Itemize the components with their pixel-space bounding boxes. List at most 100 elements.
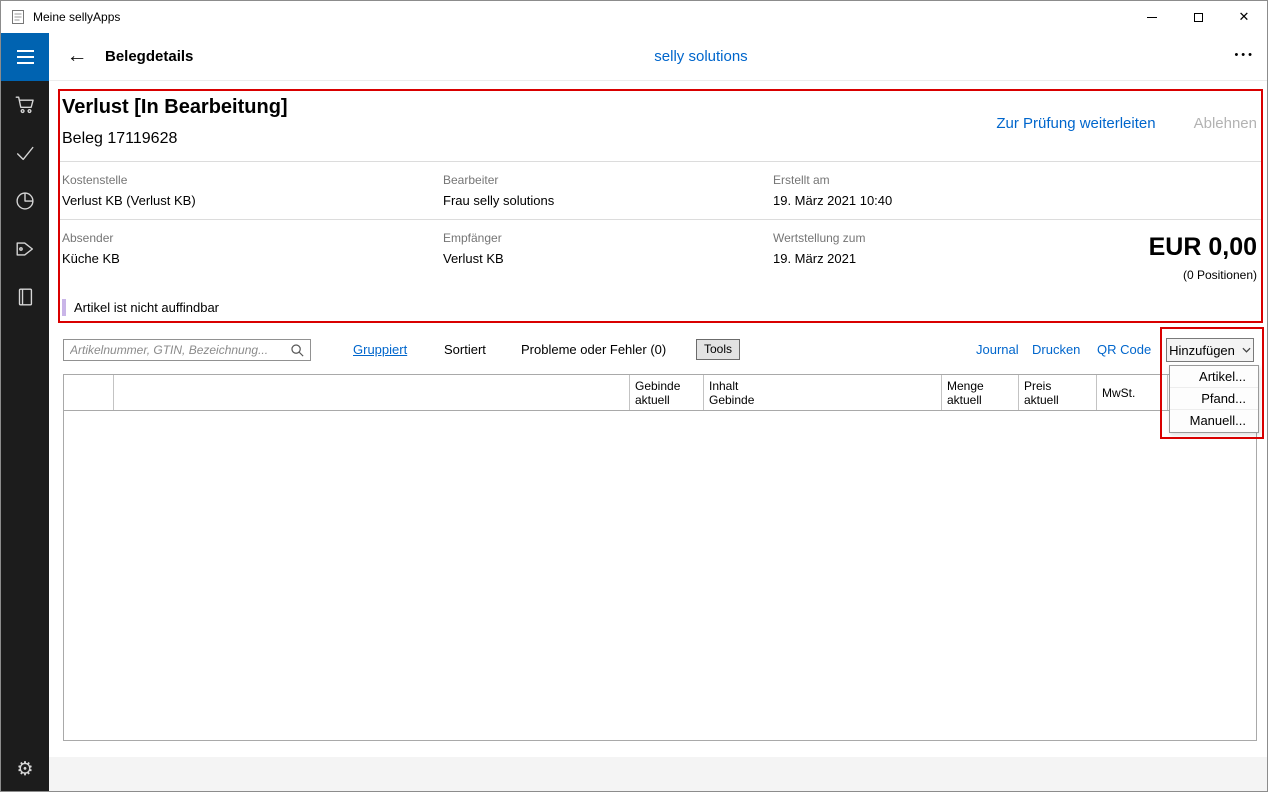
search-icon[interactable] — [290, 343, 305, 363]
grouped-toggle[interactable]: Gruppiert — [353, 342, 407, 357]
header-line: MwSt. — [1102, 386, 1167, 400]
add-menu-item-pfand[interactable]: Pfand... — [1170, 388, 1258, 410]
sidebar: ⚙ — [1, 33, 49, 792]
column-header-bezeichnung[interactable] — [114, 375, 630, 410]
column-header-empty-1 — [64, 375, 114, 410]
sidebar-item-tasks[interactable] — [1, 129, 49, 177]
field-empfaenger: Empfänger Verlust KB — [443, 231, 773, 266]
sidebar-item-prices[interactable] — [1, 225, 49, 273]
field-kostenstelle: Kostenstelle Verlust KB (Verlust KB) — [62, 173, 443, 208]
document-title: Verlust [In Bearbeitung] — [62, 96, 288, 119]
field-value: Frau selly solutions — [443, 193, 773, 208]
field-label: Absender — [62, 231, 443, 245]
field-value: Verlust KB — [443, 251, 773, 266]
add-menu-item-manuell[interactable]: Manuell... — [1170, 410, 1258, 432]
field-value: 19. März 2021 10:40 — [773, 193, 1093, 208]
field-absender: Absender Küche KB — [62, 231, 443, 266]
qr-code-link[interactable]: QR Code — [1097, 342, 1151, 357]
more-button[interactable]: ••• — [1234, 49, 1255, 61]
minimize-icon — [1147, 17, 1157, 18]
header-line: aktuell — [947, 393, 1018, 407]
back-button[interactable]: ← — [63, 42, 91, 70]
window-title: Meine sellyApps — [33, 10, 120, 24]
fields-row-2: Absender Küche KB Empfänger Verlust KB W… — [62, 231, 1093, 266]
close-button[interactable]: ✕ — [1221, 1, 1267, 33]
add-button[interactable]: Hinzufügen — [1166, 338, 1254, 362]
search-input[interactable] — [64, 340, 310, 360]
field-value: Verlust KB (Verlust KB) — [62, 193, 443, 208]
tag-icon — [14, 238, 36, 260]
header-line: Gebinde — [709, 393, 941, 407]
minimize-button[interactable] — [1129, 1, 1175, 33]
field-label: Empfänger — [443, 231, 773, 245]
maximize-icon — [1194, 13, 1203, 22]
field-erstellt-am: Erstellt am 19. März 2021 10:40 — [773, 173, 1093, 208]
content-area: Verlust [In Bearbeitung] Beleg 17119628 … — [49, 81, 1268, 792]
column-header-inhalt-gebinde[interactable]: Inhalt Gebinde — [704, 375, 942, 410]
field-bearbeiter: Bearbeiter Frau selly solutions — [443, 173, 773, 208]
document-details: Verlust [In Bearbeitung] Beleg 17119628 … — [60, 91, 1261, 321]
print-link[interactable]: Drucken — [1032, 342, 1080, 357]
fields-row-1: Kostenstelle Verlust KB (Verlust KB) Bea… — [62, 173, 1093, 208]
reject-link[interactable]: Ablehnen — [1194, 115, 1257, 132]
field-label: Kostenstelle — [62, 173, 443, 187]
document-actions: Zur Prüfung weiterleiten Ablehnen — [996, 115, 1257, 132]
total-positions: (0 Positionen) — [1149, 268, 1257, 282]
field-value: Küche KB — [62, 251, 443, 266]
warning-row: Artikel ist nicht auffindbar — [62, 299, 219, 316]
app-icon — [10, 9, 26, 25]
gear-icon: ⚙ — [16, 760, 33, 779]
book-icon — [14, 286, 36, 308]
field-label: Bearbeiter — [443, 173, 773, 187]
cart-icon — [14, 94, 36, 116]
document-total: EUR 0,00 (0 Positionen) — [1149, 233, 1257, 282]
table-header-row: Gebinde aktuell Inhalt Gebinde Menge akt… — [64, 375, 1256, 411]
titlebar: Meine sellyApps ✕ — [1, 1, 1267, 33]
header-line: Menge — [947, 379, 1018, 393]
sorted-toggle[interactable]: Sortiert — [444, 342, 486, 357]
document-number: Beleg 17119628 — [62, 130, 177, 148]
column-header-preis-aktuell[interactable]: Preis aktuell — [1019, 375, 1097, 410]
forward-for-review-link[interactable]: Zur Prüfung weiterleiten — [996, 115, 1155, 132]
page-title: Belegdetails — [105, 48, 193, 65]
header-line: aktuell — [1024, 393, 1096, 407]
warning-indicator — [62, 299, 66, 316]
column-header-mwst[interactable]: MwSt. — [1097, 375, 1168, 410]
hamburger-menu-button[interactable] — [1, 33, 49, 81]
journal-link[interactable]: Journal — [976, 342, 1019, 357]
sidebar-item-journal[interactable] — [1, 273, 49, 321]
field-label: Wertstellung zum — [773, 231, 1093, 245]
chevron-down-icon — [1242, 347, 1251, 353]
pie-chart-icon — [14, 190, 36, 212]
column-header-menge-aktuell[interactable]: Menge aktuell — [942, 375, 1019, 410]
table-body — [64, 411, 1256, 740]
app-window: Meine sellyApps ✕ — [0, 0, 1268, 792]
header-line: aktuell — [635, 393, 703, 407]
divider — [60, 219, 1261, 220]
add-menu-item-artikel[interactable]: Artikel... — [1170, 366, 1258, 388]
add-button-label: Hinzufügen — [1169, 343, 1235, 358]
header-line: Preis — [1024, 379, 1096, 393]
appbar: ← Belegdetails selly solutions ••• — [49, 33, 1268, 81]
sidebar-item-settings[interactable]: ⚙ — [1, 745, 49, 792]
header-line: Gebinde — [635, 379, 703, 393]
positions-toolbar: Gruppiert Sortiert Probleme oder Fehler … — [49, 339, 1268, 365]
add-dropdown-menu: Artikel... Pfand... Manuell... — [1169, 365, 1259, 433]
search-box — [63, 339, 311, 361]
field-value: 19. März 2021 — [773, 251, 1093, 266]
field-wertstellung: Wertstellung zum 19. März 2021 — [773, 231, 1093, 266]
sidebar-item-reports[interactable] — [1, 177, 49, 225]
hamburger-menu-icon — [17, 50, 34, 52]
footer-strip — [49, 757, 1268, 792]
tools-button[interactable]: Tools — [696, 339, 740, 360]
problems-toggle[interactable]: Probleme oder Fehler (0) — [521, 342, 666, 357]
header-line: Inhalt — [709, 379, 941, 393]
column-header-gebinde-aktuell[interactable]: Gebinde aktuell — [630, 375, 704, 410]
sidebar-item-cart[interactable] — [1, 81, 49, 129]
maximize-button[interactable] — [1175, 1, 1221, 33]
positions-table: Gebinde aktuell Inhalt Gebinde Menge akt… — [63, 374, 1257, 741]
app-center-title: selly solutions — [654, 48, 747, 65]
warning-text: Artikel ist nicht auffindbar — [74, 300, 219, 315]
check-icon — [14, 142, 36, 164]
field-label: Erstellt am — [773, 173, 1093, 187]
